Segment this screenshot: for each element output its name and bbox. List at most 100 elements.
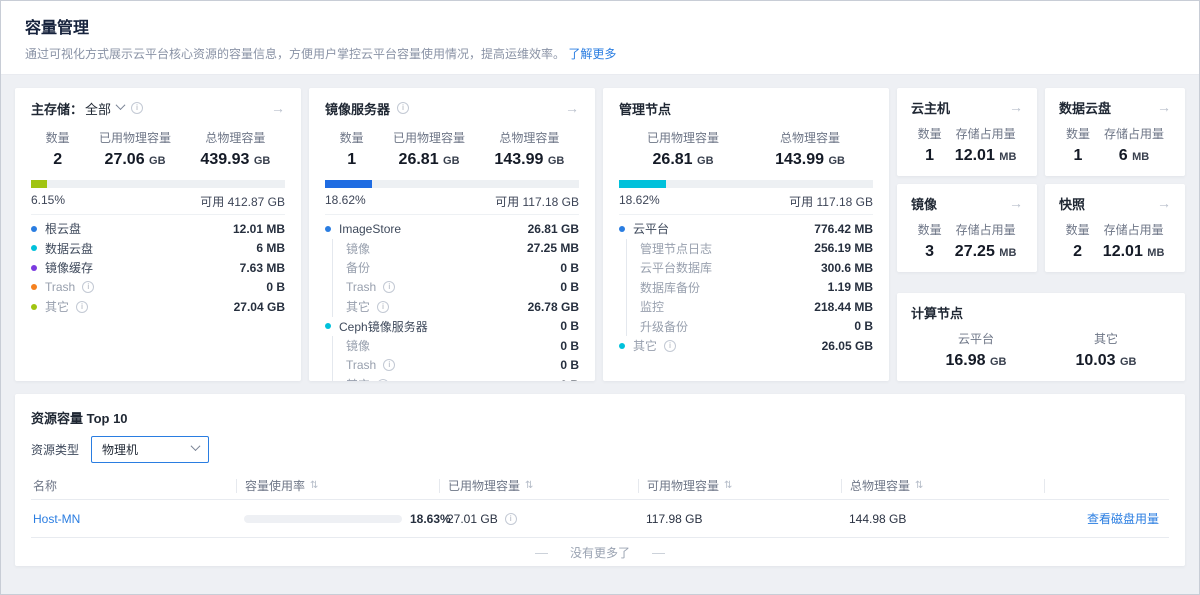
legend-label: 根云盘	[45, 220, 81, 237]
info-icon[interactable]: i	[505, 513, 517, 525]
snapshot-card: 快照 → 数量 2 存储占用量	[1045, 184, 1185, 272]
usage-bar-fill	[31, 180, 47, 188]
selected-scope: 全部	[85, 99, 111, 118]
legend-dot-icon	[31, 304, 37, 310]
legend-value: 776.42 MB	[814, 222, 873, 236]
usage-bar-fill	[619, 180, 666, 188]
arrow-right-icon[interactable]: →	[565, 101, 579, 115]
info-icon[interactable]: i	[82, 281, 94, 293]
legend-row: 其它 i 27.04 GB	[31, 297, 285, 317]
info-icon[interactable]: i	[664, 340, 676, 352]
learn-more-link[interactable]: 了解更多	[568, 47, 616, 61]
arrow-right-icon[interactable]: →	[1009, 196, 1023, 210]
legend-row: 备份 0 B	[332, 258, 579, 278]
arrow-right-icon[interactable]: →	[1009, 100, 1023, 114]
legend-row: Trash i 0 B	[332, 278, 579, 298]
legend-row: 升级备份 0 B	[626, 317, 873, 337]
legend-label: 云平台	[633, 220, 669, 237]
legend-label: 其它	[45, 298, 69, 315]
top10-title: 资源容量 Top 10	[31, 408, 1169, 427]
stat: 存储占用量 27.25 MB	[955, 221, 1017, 261]
host-link[interactable]: Host-MN	[33, 512, 80, 526]
stat-value: 2	[1066, 243, 1090, 261]
stat-label: 总物理容量	[494, 129, 564, 146]
sort-icon[interactable]: ⇅	[915, 479, 923, 493]
arrow-right-icon[interactable]: →	[271, 101, 285, 115]
row-used: 27.01 GB	[447, 512, 498, 526]
info-icon[interactable]: i	[383, 281, 395, 293]
legend-row: 镜像缓存 7.63 MB	[31, 258, 285, 278]
sort-icon[interactable]: ⇅	[525, 479, 533, 493]
card-title: 镜像服务器	[325, 99, 390, 118]
primary-storage-card: 主存储： 全部 i → 数量 2	[15, 88, 301, 381]
info-icon[interactable]: i	[377, 379, 389, 381]
info-icon[interactable]: i	[131, 102, 143, 114]
stat: 数量 3	[918, 221, 942, 261]
management-node-card-header: 管理节点	[619, 99, 873, 117]
legend-dot-icon	[31, 226, 37, 232]
legend-label: 备份	[346, 259, 370, 276]
no-more-text: 没有更多了	[570, 544, 630, 561]
stat-label: 数量	[1066, 125, 1090, 142]
row-total: 144.98 GB	[841, 512, 1044, 526]
stat-label: 总物理容量	[200, 129, 270, 146]
sort-icon[interactable]: ⇅	[310, 479, 318, 493]
info-icon[interactable]: i	[377, 301, 389, 313]
info-icon[interactable]: i	[397, 102, 409, 114]
chevron-down-icon	[116, 100, 126, 110]
stat-value: 439.93 GB	[200, 151, 270, 169]
storage-scope-selector[interactable]: 全部	[85, 99, 124, 118]
legend-value: 300.6 MB	[821, 261, 873, 275]
stat-label: 已用物理容量	[393, 129, 465, 146]
page-subtitle: 通过可视化方式展示云平台核心资源的容量信息，方便用户掌控云平台容量使用情况，提高…	[25, 45, 1175, 62]
management-node-card: 管理节点 已用物理容量 26.81 GB 总物理容量 143.99 GB	[603, 88, 889, 381]
card-title: 镜像	[911, 194, 937, 213]
legend-value: 7.63 MB	[240, 261, 285, 275]
row-usage-bar	[244, 515, 402, 523]
legend-label: Trash	[346, 358, 376, 372]
stat: 已用物理容量 26.81 GB	[393, 129, 465, 169]
stat-label: 已用物理容量	[99, 129, 171, 146]
legend-value: 1.19 MB	[828, 280, 873, 294]
stat: 总物理容量 439.93 GB	[200, 129, 270, 169]
stat-label: 数量	[46, 129, 70, 146]
resource-type-select[interactable]: 物理机	[91, 436, 209, 463]
filter-row: 资源类型 物理机	[31, 436, 1169, 463]
stat-value: 3	[918, 243, 942, 261]
legend-list: 根云盘 12.01 MB 数据云盘 6 MB	[31, 219, 285, 317]
image-card: 镜像 → 数量 3 存储占用量	[897, 184, 1037, 272]
legend-label: 其它	[346, 298, 370, 315]
top10-panel: 资源容量 Top 10 资源类型 物理机 名称 容量使用率⇅ 已用物理容量⇅ 可…	[15, 394, 1185, 566]
legend-label: 其它	[346, 376, 370, 381]
vm-card: 云主机 → 数量 1 存储占用量	[897, 88, 1037, 176]
stat-label: 存储占用量	[955, 221, 1017, 238]
legend-value: 0 B	[560, 261, 579, 275]
table-row: Host-MN 18.63% 27.01 GB i 117.98 GB 144.…	[31, 500, 1169, 538]
legend-row: 其它 i 26.78 GB	[332, 297, 579, 317]
legend-value: 0 B	[560, 358, 579, 372]
legend-value: 0 B	[560, 378, 579, 381]
image-server-card: 镜像服务器 i → 数量 1 已用物理容量 26	[309, 88, 595, 381]
usage-percent: 18.62%	[325, 193, 366, 208]
arrow-right-icon[interactable]: →	[1157, 100, 1171, 114]
available-capacity: 可用 117.18 GB	[495, 193, 579, 208]
stat-value: 27.25 MB	[955, 243, 1017, 261]
stat-label: 数量	[1066, 221, 1090, 238]
no-more-footer: — 没有更多了 —	[31, 538, 1169, 566]
legend-row: 监控 218.44 MB	[626, 297, 873, 317]
info-icon[interactable]: i	[76, 301, 88, 313]
legend-value: 218.44 MB	[814, 300, 873, 314]
info-icon[interactable]: i	[383, 359, 395, 371]
divider	[325, 214, 579, 215]
legend-row: 镜像 27.25 MB	[332, 239, 579, 259]
legend-label: 升级备份	[640, 318, 688, 335]
card-title: 主存储：	[31, 99, 83, 118]
view-disk-usage-link[interactable]: 查看磁盘用量	[1087, 510, 1159, 527]
legend-value: 0 B	[266, 280, 285, 294]
arrow-right-icon[interactable]: →	[1157, 196, 1171, 210]
stat-label: 数量	[340, 129, 364, 146]
data-volume-card: 数据云盘 → 数量 1 存储占用量	[1045, 88, 1185, 176]
stat-label: 存储占用量	[955, 125, 1017, 142]
primary-storage-card-header: 主存储： 全部 i →	[31, 99, 285, 117]
sort-icon[interactable]: ⇅	[724, 479, 732, 493]
